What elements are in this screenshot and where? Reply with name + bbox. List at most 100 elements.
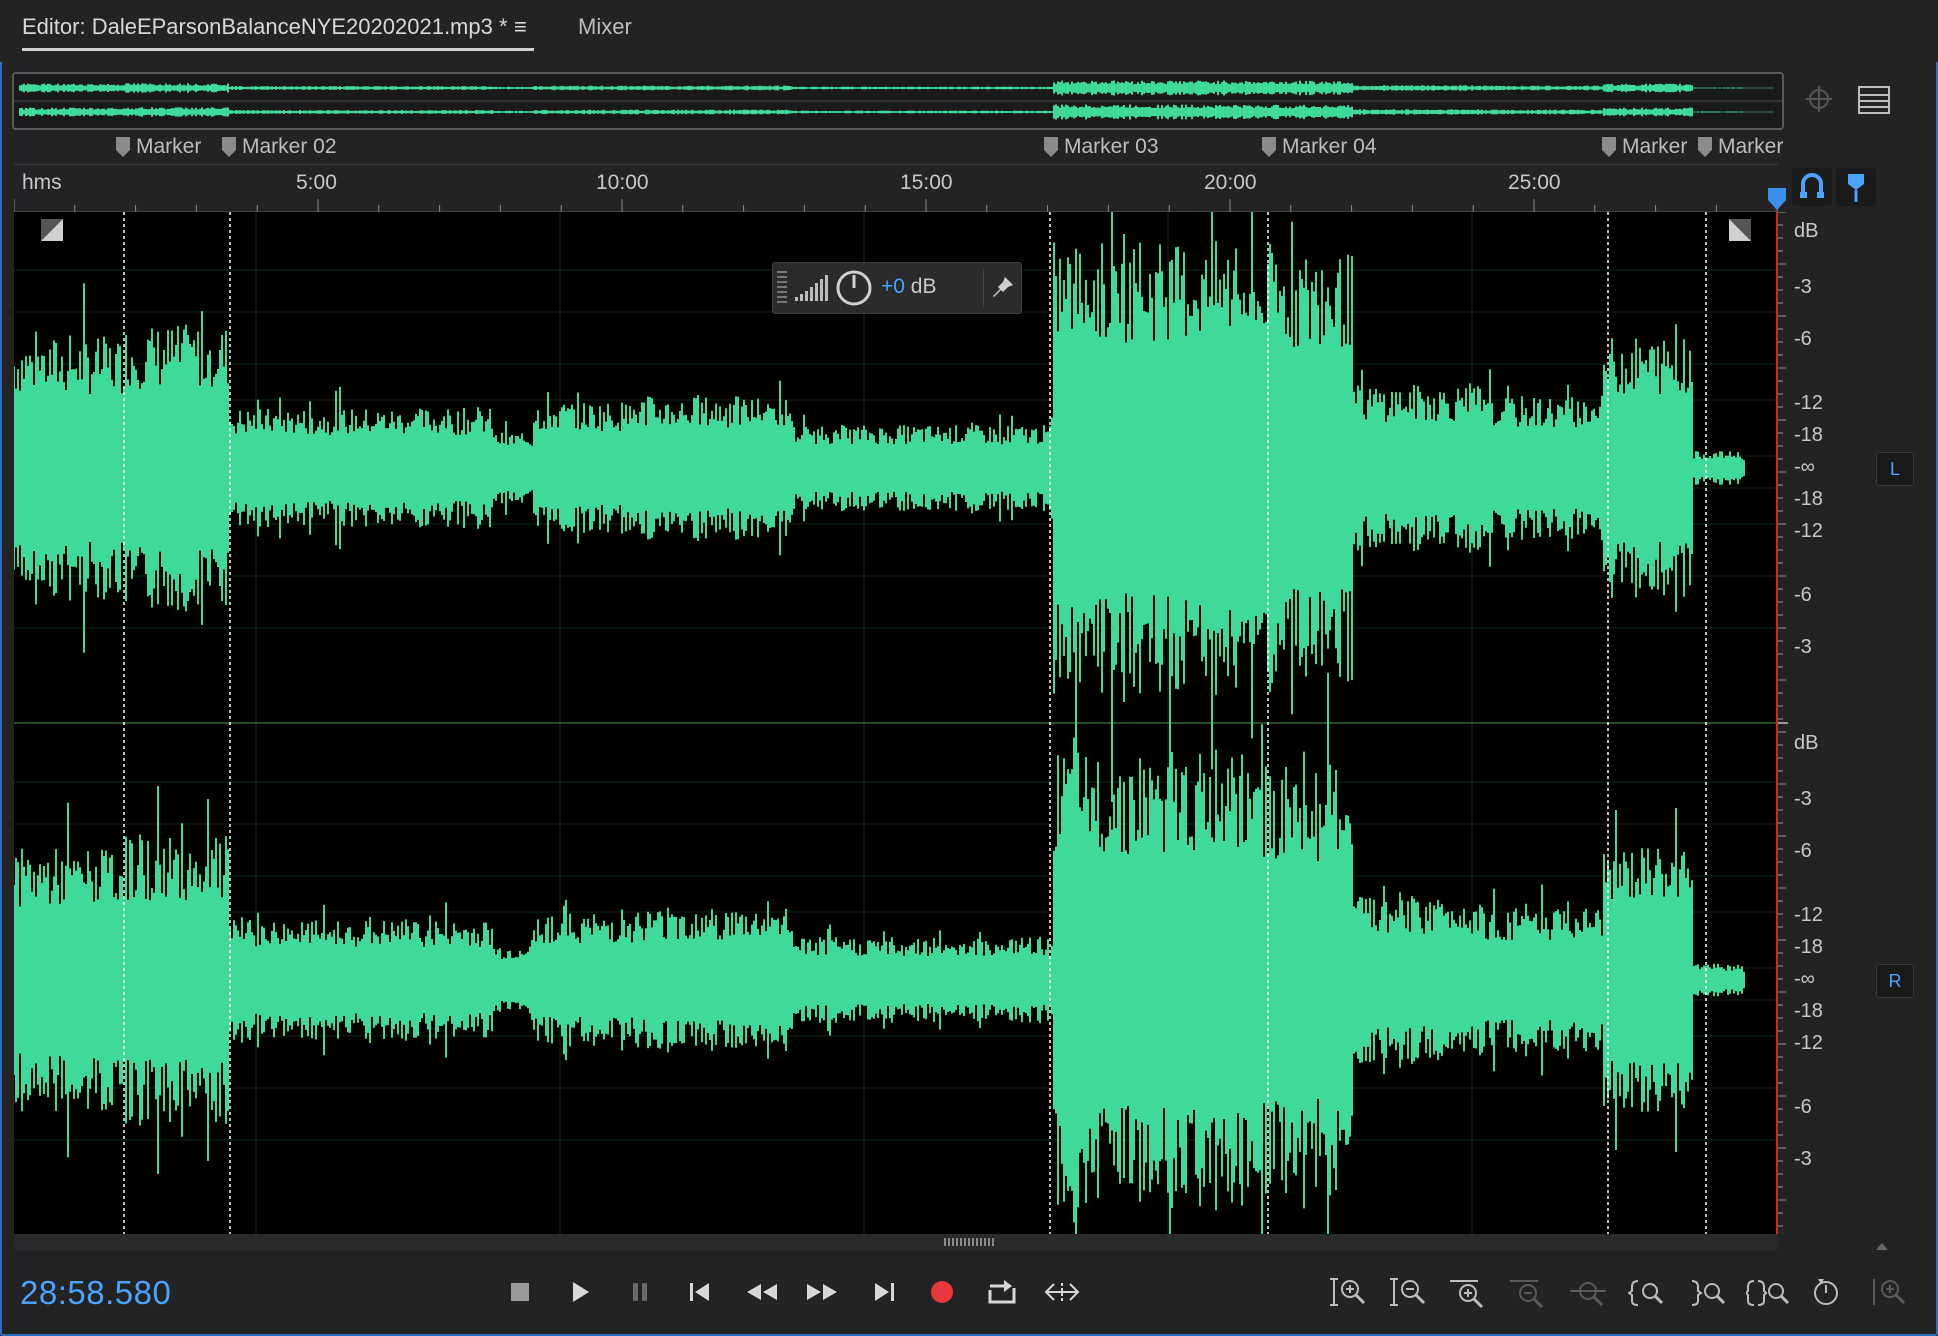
horizontal-scrollbar[interactable] [14, 1234, 1778, 1250]
marker[interactable]: Marker 02 [222, 132, 337, 162]
play-button[interactable] [558, 1270, 602, 1314]
ruler-tick-label: 20:00 [1204, 171, 1257, 194]
marker-label: Marker 03 [1064, 135, 1159, 158]
amplitude-scale[interactable]: dB -3 -6 -12 -18 -∞ -18 -12 -6 -3 dB -3 … [1778, 211, 1924, 1234]
scale-unit-label: dB [1794, 220, 1819, 242]
scale-label: -12 [1794, 1032, 1823, 1054]
skip-to-start-button[interactable] [678, 1270, 722, 1314]
zoom-selection-button[interactable] [1746, 1270, 1790, 1314]
skip-to-start-icon [690, 1283, 709, 1301]
stop-icon [511, 1283, 529, 1301]
scale-label: -18 [1794, 488, 1823, 510]
zoom-selection-icon [1746, 1280, 1790, 1306]
snap-toggle-button[interactable] [1792, 168, 1832, 206]
loop-button[interactable] [980, 1270, 1024, 1314]
zoom-out-amplitude-button[interactable] [1386, 1270, 1430, 1314]
volume-value[interactable]: +0 dB [881, 275, 936, 299]
marker[interactable]: Marker [116, 132, 201, 162]
scale-label: -6 [1794, 584, 1812, 606]
marker-label: Marker [1718, 135, 1784, 158]
fast-forward-icon [807, 1284, 837, 1300]
marker-flag-icon [1262, 137, 1276, 157]
zoom-in-time-button[interactable] [1446, 1270, 1490, 1314]
list-view-icon[interactable] [1858, 86, 1890, 114]
tab-editor[interactable]: Editor: DaleEParsonBalanceNYE20202021.mp… [22, 14, 508, 40]
marker-flag-icon [1044, 137, 1058, 157]
zoom-out-full-button[interactable] [1566, 1270, 1610, 1314]
fade-out-handle-icon[interactable] [1728, 218, 1752, 242]
zoom-reset-icon [1814, 1279, 1838, 1305]
level-bars-icon [795, 275, 828, 301]
scale-label: -3 [1794, 636, 1812, 658]
zoom-reset-button[interactable] [1806, 1270, 1850, 1314]
stop-button[interactable] [498, 1270, 542, 1314]
scale-label: -12 [1794, 520, 1823, 542]
scale-label: -3 [1794, 1148, 1812, 1170]
zoom-overview-icon[interactable] [1802, 82, 1838, 118]
pause-button[interactable] [618, 1270, 662, 1314]
fast-forward-button[interactable] [800, 1270, 844, 1314]
tab-mixer[interactable]: Mixer [578, 14, 632, 40]
rewind-button[interactable] [740, 1270, 784, 1314]
left-channel-toggle[interactable]: L [1876, 452, 1914, 486]
time-ruler[interactable]: hms 5:00 10:00 15:00 20:00 25:00 [14, 164, 1778, 213]
marker-label: Marker 04 [1282, 135, 1377, 158]
scroll-up-arrow-icon[interactable] [1874, 1238, 1890, 1250]
record-button[interactable] [920, 1270, 964, 1314]
ruler-tick-label: 10:00 [596, 171, 649, 194]
zoom-in-end-icon [1691, 1280, 1726, 1306]
overview-waveform [14, 80, 1782, 120]
zoom-to-fit-button[interactable] [1866, 1270, 1910, 1314]
waveform-overview[interactable] [12, 72, 1784, 130]
marker[interactable]: Marker 04 [1262, 132, 1377, 162]
playhead-indicator[interactable] [1766, 188, 1788, 212]
marker-label: Marker [1622, 135, 1688, 158]
zoom-in-amplitude-button[interactable] [1326, 1270, 1370, 1314]
marker-flag-icon [1602, 137, 1616, 157]
zoom-out-time-button[interactable] [1506, 1270, 1550, 1314]
ruler-tick-label: 5:00 [296, 171, 337, 194]
marker[interactable]: Marker 03 [1044, 132, 1159, 162]
marker-flag-icon [222, 137, 236, 157]
zoom-in-start-icon [1628, 1280, 1664, 1306]
marker-flag-icon [1698, 137, 1712, 157]
marker-row: Marker Marker 02 Marker 03 Marker 04 Mar… [14, 132, 1784, 162]
volume-hud[interactable]: +0 dB [772, 262, 1022, 314]
pin-icon[interactable] [991, 275, 1015, 299]
scale-label: -6 [1794, 328, 1812, 350]
zoom-in-end-button[interactable] [1686, 1270, 1730, 1314]
active-tab-indicator [22, 48, 534, 51]
scale-label: -12 [1794, 392, 1823, 414]
playhead-marker-button[interactable] [1836, 168, 1876, 206]
zoom-to-fit-icon [1873, 1279, 1906, 1305]
panel-menu-icon[interactable]: ≡ [514, 14, 527, 40]
skip-selection-icon [1044, 1283, 1080, 1301]
hud-drag-grip[interactable] [777, 271, 787, 305]
ruler-tick-label: 25:00 [1508, 171, 1561, 194]
marker-flag-icon [116, 137, 130, 157]
fade-in-handle-icon[interactable] [40, 218, 64, 242]
zoom-in-amplitude-icon [1330, 1278, 1366, 1306]
right-channel-toggle[interactable]: R [1876, 964, 1914, 998]
current-time-display[interactable]: 28:58.580 [20, 1274, 171, 1312]
marker-label: Marker 02 [242, 135, 337, 158]
zoom-out-time-icon [1510, 1280, 1544, 1309]
loop-icon [988, 1280, 1016, 1304]
marker[interactable]: Marker [1698, 132, 1783, 162]
marker[interactable]: Marker [1602, 132, 1687, 162]
scale-label: -12 [1794, 904, 1823, 926]
scrollbar-grip[interactable] [944, 1238, 994, 1246]
rewind-icon [747, 1284, 777, 1300]
skip-to-end-button[interactable] [862, 1270, 906, 1314]
scale-label: -18 [1794, 936, 1823, 958]
scale-ticks [1778, 211, 1788, 1227]
ruler-unit-label: hms [22, 171, 62, 194]
skip-selection-button[interactable] [1040, 1270, 1084, 1314]
scale-label: -∞ [1794, 456, 1815, 478]
waveform-display[interactable] [14, 212, 1778, 1234]
waveform-canvas [14, 212, 1778, 1234]
marker-label: Marker [136, 135, 202, 158]
volume-knob-icon[interactable] [835, 269, 873, 307]
zoom-in-start-button[interactable] [1626, 1270, 1670, 1314]
zoom-out-full-icon [1570, 1282, 1606, 1307]
